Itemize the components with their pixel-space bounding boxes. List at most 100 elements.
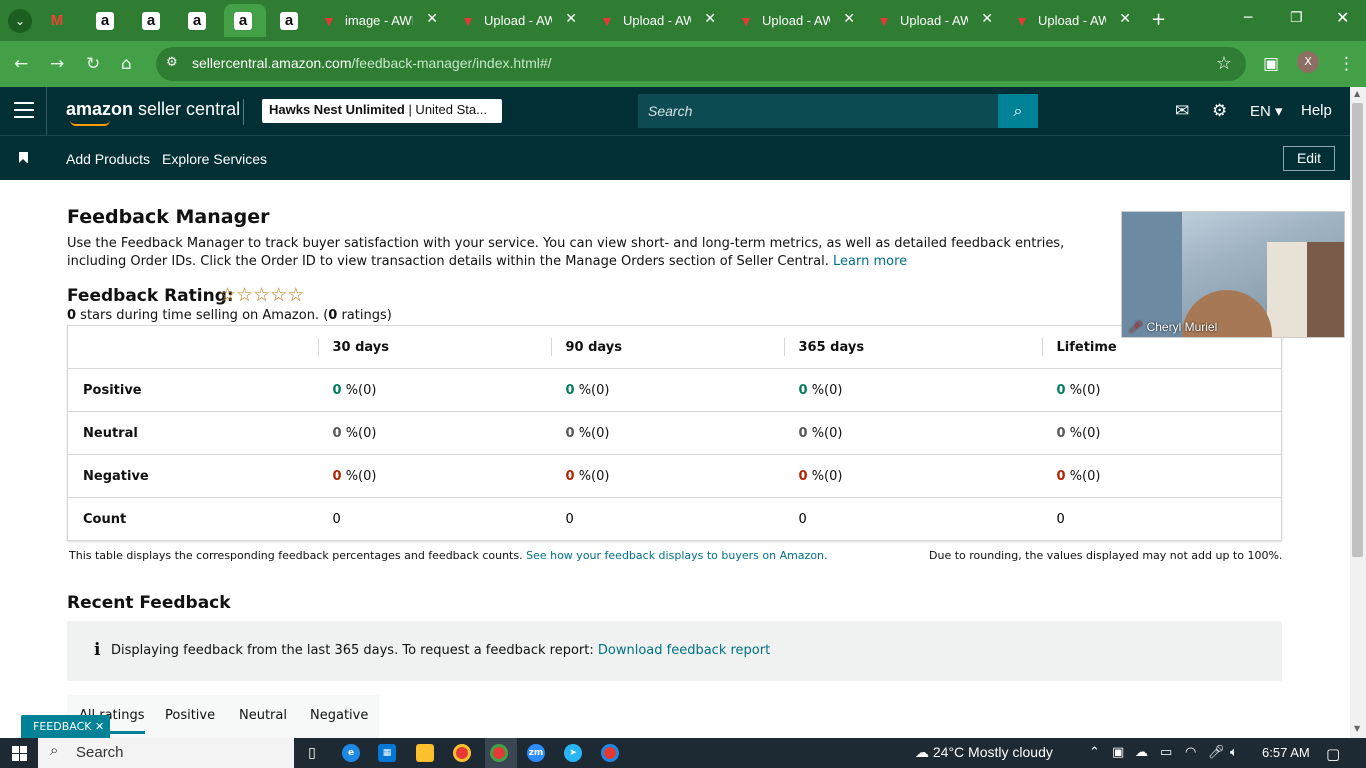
- search-button[interactable]: ⌕: [998, 94, 1038, 128]
- clock[interactable]: 6:57 AM: [1262, 745, 1310, 760]
- cloud-icon: ☁: [915, 744, 929, 760]
- cell-percent: %(0): [578, 382, 610, 398]
- browser-tab[interactable]: a: [86, 4, 128, 37]
- aws-icon: ▼: [1015, 13, 1029, 29]
- seller-central-nav: Add Products Explore Services Edit: [0, 135, 1350, 180]
- scroll-up-icon[interactable]: ▲: [1354, 89, 1360, 98]
- store-icon[interactable]: ▦: [378, 744, 396, 762]
- forward-icon[interactable]: →: [50, 54, 64, 74]
- feedback-display-link[interactable]: See how your feedback displays to buyers…: [526, 549, 827, 562]
- hamburger-menu-icon[interactable]: [14, 102, 34, 118]
- table-cell: 0: [783, 497, 1042, 541]
- store-selector[interactable]: Hawks Nest Unlimited | United Sta...: [262, 99, 502, 123]
- url-text[interactable]: sellercentral.amazon.com/feedback-manage…: [192, 55, 552, 71]
- onedrive-icon[interactable]: ☁: [1135, 745, 1148, 760]
- minimize-icon[interactable]: ─: [1244, 10, 1252, 26]
- close-tab-icon[interactable]: ✕: [704, 11, 716, 27]
- bookmark-icon[interactable]: [19, 152, 28, 163]
- edit-nav-button[interactable]: Edit: [1283, 146, 1335, 171]
- cell-percent: %(0): [811, 382, 843, 398]
- restore-icon[interactable]: ❐: [1290, 10, 1303, 26]
- page-title: Feedback Manager: [67, 206, 270, 228]
- cell-value: 0: [565, 382, 575, 398]
- browser-tab[interactable]: a: [132, 4, 174, 37]
- reload-icon[interactable]: ↻: [86, 54, 100, 74]
- browser-tab[interactable]: ▼ Upload - AW ✕: [1003, 4, 1139, 37]
- browser-tab[interactable]: ▼ Upload - AW ✕: [865, 4, 1001, 37]
- cell-value: 0: [1056, 511, 1065, 527]
- side-panel-icon[interactable]: ▣: [1263, 54, 1279, 74]
- file-explorer-icon[interactable]: [416, 744, 434, 762]
- chrome-icon[interactable]: [453, 744, 471, 762]
- video-background: [1307, 242, 1344, 337]
- close-tab-icon[interactable]: ✕: [981, 11, 993, 27]
- browser-tab[interactable]: ▼ Upload - AW ✕: [449, 4, 585, 37]
- chrome-icon[interactable]: [490, 744, 508, 762]
- volume-icon[interactable]: 🔈︎: [1230, 745, 1238, 760]
- close-tab-icon[interactable]: ✕: [1119, 11, 1131, 27]
- microphone-icon[interactable]: 🎤︎: [1208, 745, 1225, 760]
- edge-icon[interactable]: e: [342, 744, 360, 762]
- meet-icon[interactable]: ▣: [1112, 745, 1124, 760]
- tray-chevron-icon[interactable]: ⌃: [1089, 745, 1100, 760]
- profile-avatar[interactable]: X: [1297, 51, 1319, 73]
- row-label: Positive: [67, 368, 318, 412]
- seller-central-logo[interactable]: amazon seller central: [66, 99, 240, 120]
- browser-tab[interactable]: ▼ Upload - AW ✕: [727, 4, 863, 37]
- browser-tab[interactable]: a: [224, 4, 266, 37]
- search-input[interactable]: Search: [638, 94, 998, 128]
- telegram-icon[interactable]: ➤: [564, 744, 582, 762]
- help-link[interactable]: Help: [1301, 102, 1332, 119]
- table-cell: 0 %(0): [550, 368, 784, 412]
- language-selector[interactable]: EN ▾: [1250, 102, 1283, 120]
- tab-neutral[interactable]: Neutral: [239, 708, 287, 723]
- aws-icon: ▼: [877, 13, 891, 29]
- close-tab-icon[interactable]: ✕: [843, 11, 855, 27]
- browser-tab[interactable]: M: [38, 4, 80, 37]
- home-icon[interactable]: ⌂: [121, 54, 132, 74]
- scroll-down-icon[interactable]: ▼: [1354, 724, 1360, 733]
- rating-stars: ☆☆☆☆☆: [219, 284, 304, 306]
- tab-positive[interactable]: Positive: [165, 708, 215, 723]
- download-report-link[interactable]: Download feedback report: [598, 643, 770, 658]
- tab-search-menu-icon[interactable]: ⌄: [8, 9, 32, 33]
- mail-icon[interactable]: ✉: [1175, 101, 1189, 121]
- table-cell: 0 %(0): [317, 368, 551, 412]
- video-call-overlay[interactable]: 🎤︎ Cheryl Muriel: [1121, 211, 1345, 338]
- browser-tab[interactable]: ▼ image - AWL ✕: [310, 4, 446, 37]
- browser-menu-icon[interactable]: ⋮: [1338, 54, 1355, 74]
- browser-tab[interactable]: a: [178, 4, 220, 37]
- zoom-icon[interactable]: zm: [527, 744, 545, 762]
- close-tab-icon[interactable]: ✕: [565, 11, 577, 27]
- wifi-icon[interactable]: ◠: [1185, 745, 1196, 760]
- close-tab-icon[interactable]: ✕: [426, 11, 438, 27]
- back-icon[interactable]: ←: [14, 54, 28, 74]
- windows-start-icon[interactable]: [12, 746, 27, 761]
- browser-tab[interactable]: ▼ Upload - AW ✕: [588, 4, 724, 37]
- aws-icon: ▼: [461, 13, 475, 29]
- notifications-icon[interactable]: ▢: [1326, 745, 1340, 763]
- gear-icon[interactable]: ⚙: [1212, 101, 1227, 121]
- table-row: Count 0 0 0 0: [67, 497, 1282, 541]
- tab-title: Upload - AW: [900, 13, 968, 28]
- close-icon[interactable]: ✕: [95, 720, 104, 733]
- learn-more-link[interactable]: Learn more: [833, 254, 907, 269]
- cell-value: 0: [332, 382, 342, 398]
- battery-icon[interactable]: ▭: [1160, 745, 1172, 760]
- url-bar[interactable]: ⚙ sellercentral.amazon.com/feedback-mana…: [156, 47, 1246, 81]
- weather-widget[interactable]: ☁ 24°C Mostly cloudy: [915, 744, 1053, 761]
- browser-tab[interactable]: a: [270, 4, 312, 37]
- close-window-icon[interactable]: ✕: [1336, 8, 1349, 27]
- nav-explore-services[interactable]: Explore Services: [162, 151, 267, 167]
- site-info-icon[interactable]: ⚙: [166, 55, 178, 70]
- feedback-widget-button[interactable]: FEEDBACK ✕: [21, 715, 110, 738]
- new-tab-button[interactable]: +: [1151, 9, 1166, 30]
- chrome-icon[interactable]: [601, 744, 619, 762]
- taskbar-search[interactable]: ⌕ Search: [38, 738, 294, 768]
- tab-negative[interactable]: Negative: [310, 708, 368, 723]
- task-view-icon[interactable]: ▯: [303, 744, 321, 762]
- address-toolbar: ← → ↻ ⌂ ⚙ sellercentral.amazon.com/feedb…: [0, 41, 1366, 87]
- scrollbar-thumb[interactable]: [1352, 103, 1363, 557]
- nav-add-products[interactable]: Add Products: [66, 151, 150, 167]
- bookmark-star-icon[interactable]: ☆: [1216, 53, 1232, 74]
